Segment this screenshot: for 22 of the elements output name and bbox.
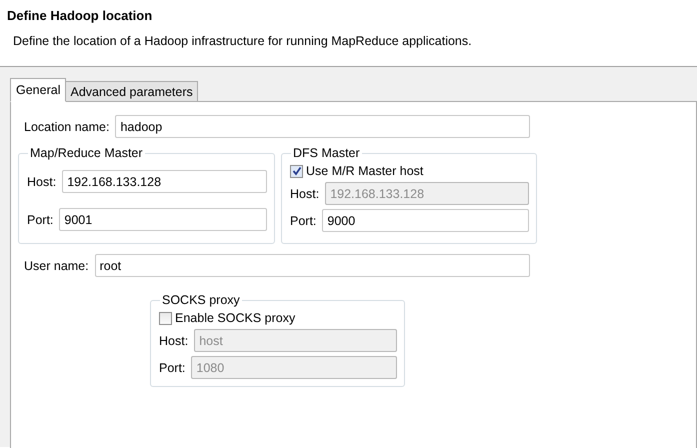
- field-label: Port:: [27, 212, 54, 226]
- tab[interactable]: General: [10, 78, 66, 102]
- field-label: Host:: [290, 186, 320, 200]
- text-field[interactable]: 9001: [59, 208, 267, 231]
- page-title: Define Hadoop location: [7, 8, 154, 23]
- text-field[interactable]: 192.168.133.128: [62, 170, 267, 193]
- group-title: DFS Master: [292, 146, 361, 160]
- text-field[interactable]: hadoop: [115, 115, 530, 138]
- field-label: Host:: [159, 334, 188, 348]
- checkbox[interactable]: Use M/R Master host: [290, 164, 529, 178]
- tab[interactable]: Advanced parameters: [65, 81, 198, 102]
- text-field[interactable]: 9000: [322, 209, 529, 232]
- field-label: Host:: [27, 174, 56, 188]
- field-label: Port:: [290, 214, 316, 228]
- field-label: Port:: [159, 360, 186, 374]
- text-field[interactable]: root: [94, 254, 530, 277]
- group-title: Map/Reduce Master: [29, 146, 144, 160]
- page-description: Define the location of a Hadoop infrastructure for running MapReduce applications.: [13, 34, 473, 48]
- checkbox[interactable]: Enable SOCKS proxy: [159, 311, 397, 325]
- group-title: SOCKS proxy: [161, 293, 241, 307]
- field-label: User name:: [24, 258, 89, 272]
- field-label: Location name:: [24, 120, 110, 134]
